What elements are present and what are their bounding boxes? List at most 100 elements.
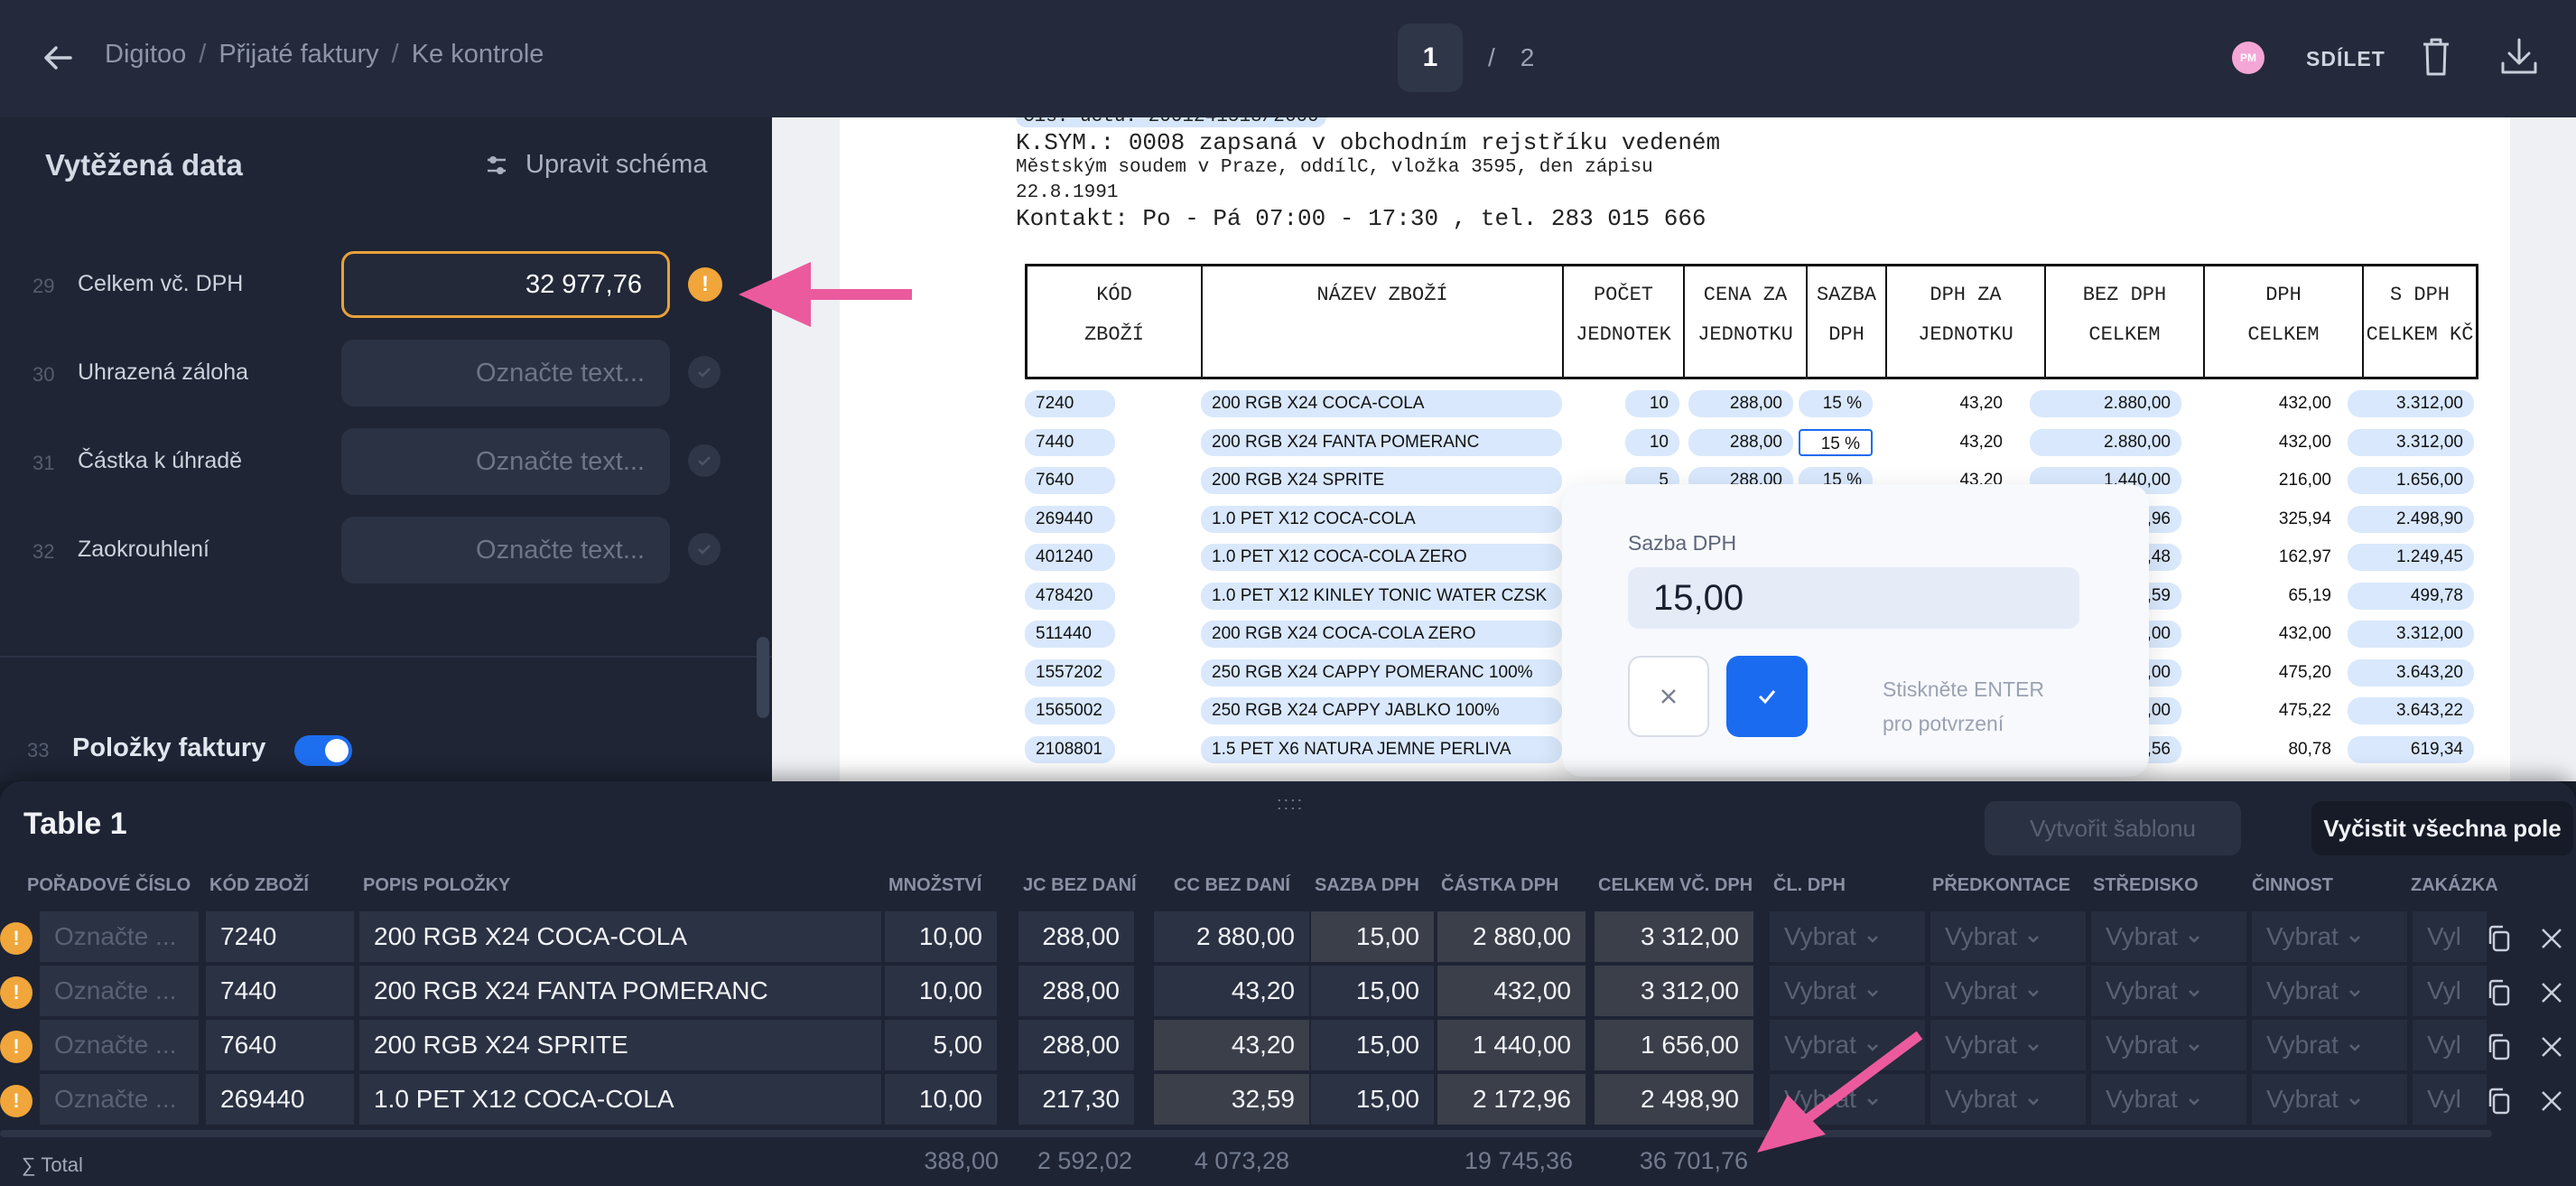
select-dropdown[interactable]: Vyl (2413, 1074, 2487, 1125)
select-dropdown[interactable]: Vybrat (2252, 911, 2407, 962)
cell-celkem[interactable]: 1 656,00 (1595, 1020, 1753, 1070)
cell-jc[interactable]: 288,00 (1018, 911, 1134, 962)
invoice-cell[interactable]: 478420 (1025, 582, 1115, 610)
select-dropdown[interactable]: Vybrat (2252, 966, 2407, 1016)
cell-mnozstvi[interactable]: 10,00 (885, 911, 997, 962)
cell-celkem[interactable]: 3 312,00 (1595, 966, 1753, 1016)
clear-all-button[interactable]: Vyčistit všechna pole (2311, 801, 2573, 855)
invoice-cell[interactable]: 1.5 PET X6 NATURA JEMNE PERLIVA (1201, 735, 1562, 763)
invoice-cell[interactable]: 250 RGB X24 CAPPY JABLKO 100% (1201, 697, 1562, 724)
cell-sazba[interactable]: 15,00 (1311, 966, 1434, 1016)
invoice-cell[interactable]: 401240 (1025, 544, 1115, 571)
select-dropdown[interactable]: Vybrat (2252, 1074, 2407, 1125)
cell-cc[interactable]: 32,59 (1154, 1074, 1309, 1125)
panel-scrollbar[interactable] (757, 637, 769, 718)
cell-kod[interactable]: 7640 (206, 1020, 354, 1070)
invoice-cell[interactable]: 10 (1625, 428, 1679, 456)
invoice-cell[interactable]: 1.0 PET X12 COCA-COLA (1201, 505, 1562, 533)
invoice-cell[interactable]: 511440 (1025, 621, 1115, 648)
breadcrumb-item-received-invoices[interactable]: Přijaté faktury (219, 40, 378, 70)
invoice-cell[interactable]: 65,19 (2189, 583, 2342, 610)
invoice-cell[interactable]: 216,00 (2189, 467, 2342, 494)
back-arrow-icon[interactable] (40, 40, 76, 76)
invoice-cell[interactable]: 15 % (1799, 390, 1873, 417)
cell-jc[interactable]: 288,00 (1018, 1020, 1134, 1070)
invoice-cell[interactable]: 2.880,00 (2030, 428, 2181, 456)
invoice-cell[interactable]: 7640 (1025, 467, 1115, 494)
select-dropdown[interactable]: Vybrat (1930, 1074, 2086, 1125)
select-dropdown[interactable]: Vyl (2413, 911, 2487, 962)
invoice-cell[interactable]: 43,20 (1878, 390, 2013, 417)
select-dropdown[interactable]: Vybrat (2091, 966, 2246, 1016)
invoice-cell[interactable]: 7440 (1025, 428, 1115, 456)
invoice-cell[interactable]: 475,22 (2189, 697, 2342, 724)
invoice-cell[interactable]: 288,00 (1688, 428, 1793, 456)
cell-celkem[interactable]: 3 312,00 (1595, 911, 1753, 962)
cancel-button[interactable] (1628, 656, 1709, 737)
select-dropdown[interactable]: Vybrat (2091, 1074, 2246, 1125)
current-page-button[interactable]: 1 (1398, 23, 1463, 92)
invoice-cell[interactable]: 3.312,00 (2348, 428, 2474, 456)
invoice-cell[interactable]: 250 RGB X24 CAPPY POMERANC 100% (1201, 658, 1562, 686)
delete-row-icon[interactable] (2537, 978, 2566, 1007)
invoice-cell[interactable]: 1.249,45 (2348, 544, 2474, 571)
invoice-items-toggle[interactable] (294, 735, 352, 766)
cell-kod[interactable]: 7240 (206, 911, 354, 962)
cell-celkem[interactable]: 2 498,90 (1595, 1074, 1753, 1125)
invoice-cell[interactable]: 269440 (1025, 505, 1115, 533)
horizontal-scrollbar[interactable] (0, 1130, 2492, 1137)
invoice-cell[interactable]: 3.312,00 (2348, 621, 2474, 648)
invoice-cell[interactable]: 2.880,00 (2030, 390, 2181, 417)
amount-due-input[interactable]: Označte text... (341, 428, 670, 495)
cell-cc[interactable]: 43,20 (1154, 1020, 1309, 1070)
delete-row-icon[interactable] (2537, 1032, 2566, 1061)
warning-icon[interactable]: ! (0, 1031, 33, 1063)
invoice-cell[interactable]: 2.498,90 (2348, 505, 2474, 533)
order-number-input[interactable]: Označte ... (40, 1074, 199, 1125)
select-dropdown[interactable]: Vybrat (2091, 911, 2246, 962)
invoice-cell[interactable]: 1.0 PET X12 KINLEY TONIC WATER CZSK (1201, 582, 1562, 610)
invoice-cell[interactable]: 200 RGB X24 COCA-COLA ZERO (1201, 621, 1562, 648)
order-number-input[interactable]: Označte ... (40, 911, 199, 962)
invoice-cell[interactable]: 1565002 (1025, 697, 1115, 724)
copy-icon[interactable] (2485, 924, 2514, 953)
select-dropdown[interactable]: Vybrat (2252, 1020, 2407, 1070)
warning-icon[interactable]: ! (688, 267, 722, 302)
avatar[interactable]: PM (2232, 42, 2264, 74)
invoice-cell[interactable]: 7240 (1025, 390, 1115, 417)
cell-castka[interactable]: 432,00 (1437, 966, 1586, 1016)
invoice-cell[interactable]: 288,00 (1688, 390, 1793, 417)
delete-row-icon[interactable] (2537, 924, 2566, 953)
invoice-cell[interactable]: 432,00 (2189, 390, 2342, 417)
copy-icon[interactable] (2485, 978, 2514, 1007)
cell-kod[interactable]: 7440 (206, 966, 354, 1016)
invoice-cell[interactable]: 200 RGB X24 COCA-COLA (1201, 390, 1562, 417)
cell-popis[interactable]: 200 RGB X24 SPRITE (359, 1020, 881, 1070)
vat-rate-input[interactable]: 15,00 (1628, 567, 2079, 629)
invoice-cell[interactable]: 3.643,20 (2348, 658, 2474, 686)
select-dropdown[interactable]: Vybrat (1770, 911, 1925, 962)
order-number-input[interactable]: Označte ... (40, 966, 199, 1016)
invoice-cell[interactable]: 325,94 (2189, 506, 2342, 533)
check-icon[interactable] (688, 356, 721, 388)
cell-sazba[interactable]: 15,00 (1311, 1020, 1434, 1070)
invoice-cell[interactable]: 80,78 (2189, 736, 2342, 763)
invoice-cell[interactable]: 475,20 (2189, 659, 2342, 686)
invoice-cell[interactable]: 43,20 (1878, 429, 2013, 456)
check-icon[interactable] (688, 533, 721, 565)
invoice-cell[interactable]: 432,00 (2189, 429, 2342, 456)
total-pages[interactable]: 2 (1520, 43, 1535, 72)
cell-castka[interactable]: 1 440,00 (1437, 1020, 1586, 1070)
cell-castka[interactable]: 2 880,00 (1437, 911, 1586, 962)
select-dropdown[interactable]: Vybrat (1770, 966, 1925, 1016)
cell-mnozstvi[interactable]: 5,00 (885, 1020, 997, 1070)
edit-schema-button[interactable]: Upravit schéma (484, 150, 707, 180)
cell-sazba[interactable]: 15,00 (1311, 1074, 1434, 1125)
invoice-cell[interactable]: 15 % (1799, 428, 1873, 456)
invoice-cell[interactable]: 2108801 (1025, 735, 1115, 763)
invoice-cell[interactable]: 162,97 (2189, 544, 2342, 571)
invoice-cell[interactable]: 499,78 (2348, 582, 2474, 610)
copy-icon[interactable] (2485, 1087, 2514, 1116)
delete-row-icon[interactable] (2537, 1087, 2566, 1116)
select-dropdown[interactable]: Vybrat (2091, 1020, 2246, 1070)
